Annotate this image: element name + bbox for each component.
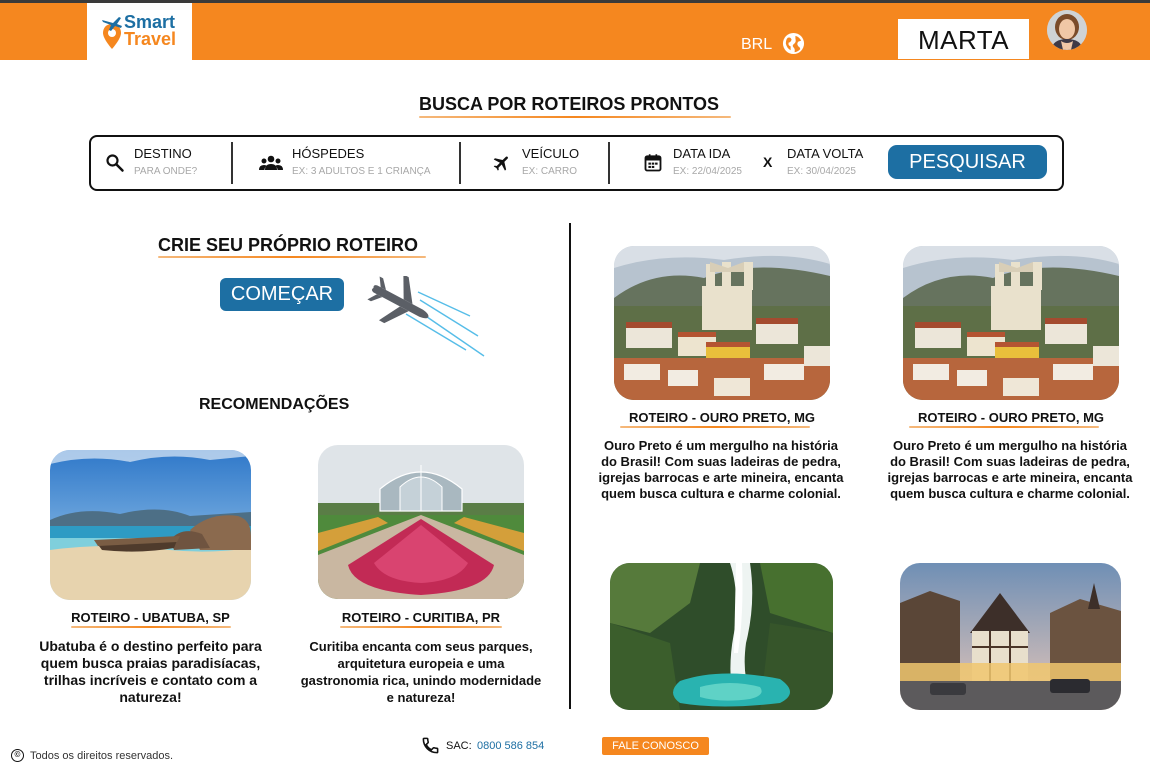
title-underline [71,626,231,628]
colonial-town-image [614,246,830,400]
title-underline [909,426,1099,428]
guests-placeholder: EX: 3 ADULTOS E 1 CRIANÇA [292,166,431,177]
date-back-field[interactable]: DATA VOLTA EX: 30/04/2025 [781,137,881,189]
curitiba-description: Curitiba encanta com seus parques, arqui… [300,639,542,705]
guests-label: HÓSPEDES [292,146,365,161]
title-underline [340,626,502,628]
create-itinerary-title: CRIE SEU PRÓPRIO ROTEIRO [158,235,419,255]
date-separator: X [763,154,773,170]
recommendations-title: RECOMENDAÇÕES [199,396,350,413]
beach-image [50,450,251,600]
ubatuba-description: Ubatuba é o destino perfeito para quem b… [39,638,262,705]
sac-label: SAC: [446,740,472,752]
group-icon [259,155,283,170]
column-divider [569,223,571,709]
search-section-title: BUSCA POR ROTEIROS PRONTOS [419,94,720,114]
guests-field[interactable]: HÓSPEDES EX: 3 ADULTOS E 1 CRIANÇA [233,137,459,189]
vehicle-field[interactable]: VEÍCULO EX: CARRO [461,137,608,189]
title-underline [158,256,426,258]
copyright-text: Todos os direitos reservados. [30,750,174,762]
ubatuba-image[interactable] [50,450,251,600]
date-out-placeholder: EX: 22/04/2025 [673,166,742,177]
curitiba-image[interactable] [318,445,524,599]
ouro-preto-title[interactable]: ROTEIRO - OURO PRETO, MG [903,410,1119,425]
colonial-town-image [903,246,1119,400]
airplane-icon [493,156,508,171]
destination-placeholder: PARA ONDE? [134,166,198,177]
copyright-icon: © [11,749,24,762]
date-back-placeholder: EX: 30/04/2025 [787,166,856,177]
calendar-icon [644,154,662,172]
ubatuba-title[interactable]: ROTEIRO - UBATUBA, SP [50,610,251,625]
globe-icon[interactable] [782,32,805,55]
ouro-preto-image[interactable] [614,246,830,400]
date-back-label: DATA VOLTA [787,146,864,161]
flying-airplane-icon [367,276,485,357]
search-bar: DESTINO PARA ONDE? HÓSPEDES EX: 3 ADULTO… [89,135,1064,191]
search-button[interactable]: PESQUISAR [888,145,1047,179]
vehicle-placeholder: EX: CARRO [522,166,578,177]
logo-text: Smart Travel [124,13,177,49]
ouro-preto-description: Ouro Preto é um mergulho na história do … [887,438,1133,501]
destination-label: DESTINO [134,146,192,161]
european-town-image [900,563,1121,710]
logo-text-travel: Travel [124,29,177,49]
title-underline [419,116,731,118]
avatar[interactable] [1047,10,1087,50]
date-out-label: DATA IDA [673,146,731,161]
destination-field[interactable]: DESTINO PARA ONDE? [91,137,231,189]
ouro-preto-title[interactable]: ROTEIRO - OURO PRETO, MG [614,410,830,425]
phone-icon [422,737,439,754]
gramado-image[interactable] [900,563,1121,710]
currency-selector[interactable]: BRL [741,36,772,54]
user-name-button[interactable]: MARTA [898,19,1029,59]
vehicle-label: VEÍCULO [522,146,580,161]
date-out-field[interactable]: DATA IDA EX: 22/04/2025 [610,137,760,189]
start-button[interactable]: COMEÇAR [220,278,344,311]
contact-us-button[interactable]: FALE CONOSCO [602,737,709,755]
search-icon [106,154,124,172]
ouro-preto-description: Ouro Preto é um mergulho na história do … [598,438,844,501]
curitiba-title[interactable]: ROTEIRO - CURITIBA, PR [318,610,524,625]
sac-phone-link[interactable]: 0800 586 854 [477,740,544,752]
waterfall-photo [610,563,833,710]
botanical-garden-image [318,445,524,599]
waterfall-image[interactable] [610,563,833,710]
location-pin-plane-icon [102,17,122,49]
title-underline [620,426,810,428]
ouro-preto-image[interactable] [903,246,1119,400]
